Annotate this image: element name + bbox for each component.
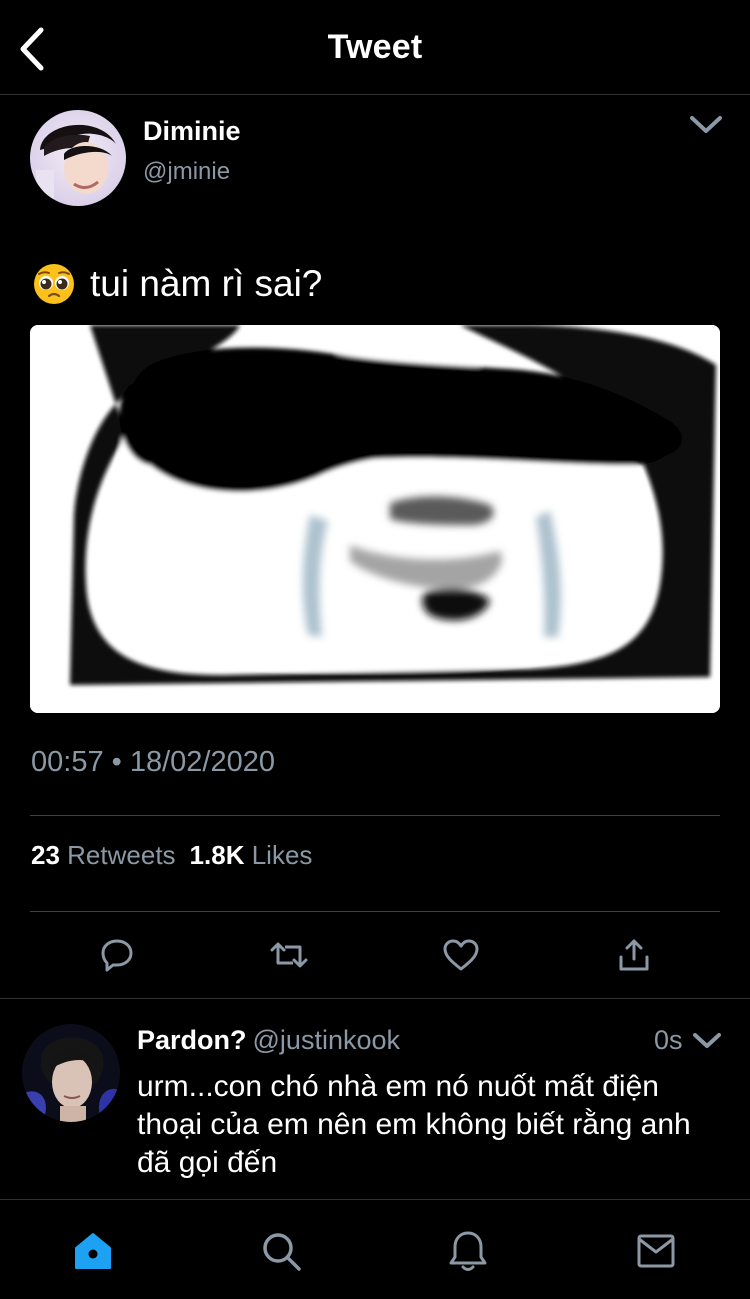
- likes-stat[interactable]: 1.8K Likes: [190, 840, 313, 870]
- chevron-down-icon: [693, 1033, 721, 1048]
- like-button[interactable]: [436, 930, 486, 980]
- likes-count: 1.8K: [189, 840, 245, 870]
- reply-header: Pardon? @justinkook: [137, 1025, 400, 1056]
- page-title: Tweet: [327, 28, 423, 66]
- author-handle[interactable]: @jminie: [143, 158, 230, 186]
- tweet-stats: 23 Retweets 1.8K Likes: [31, 840, 312, 871]
- chevron-down-icon: [690, 116, 722, 133]
- share-icon: [619, 939, 649, 971]
- tweet-detail-screen: Tweet Diminie @jminie tui nàm rì sai? 00…: [0, 0, 750, 1299]
- share-button[interactable]: [609, 930, 659, 980]
- pleading-face-emoji: [34, 264, 74, 304]
- tweet-timestamp: 00:57 • 18/02/2020: [31, 746, 275, 778]
- retweets-label: Retweets: [67, 840, 176, 870]
- notifications-icon: [449, 1231, 487, 1271]
- reply-author-handle[interactable]: @justinkook: [253, 1025, 400, 1055]
- tweet-actions: [0, 930, 750, 980]
- tweet-image[interactable]: [30, 325, 720, 713]
- tab-home[interactable]: [68, 1226, 118, 1276]
- top-bar: Tweet: [0, 0, 750, 95]
- like-icon: [443, 939, 479, 971]
- reply-author-name[interactable]: Pardon?: [137, 1025, 247, 1055]
- likes-label: Likes: [251, 840, 313, 870]
- retweet-button[interactable]: [264, 930, 314, 980]
- tweet-text-row: tui nàm rì sai?: [32, 262, 322, 306]
- reply-icon: [101, 939, 133, 972]
- reply-options-button[interactable]: [690, 1028, 724, 1054]
- reply-button[interactable]: [92, 930, 142, 980]
- tab-messages[interactable]: [631, 1226, 681, 1276]
- search-icon: [263, 1233, 301, 1271]
- divider: [0, 998, 750, 999]
- tweet-text: tui nàm rì sai?: [90, 263, 323, 304]
- tweet-options-button[interactable]: [686, 110, 726, 140]
- reply-author-avatar[interactable]: [22, 1024, 120, 1122]
- reply-text: urm...con chó nhà em nó nuốt mất điện th…: [137, 1070, 691, 1179]
- reply-time: 0s: [654, 1025, 683, 1055]
- divider: [30, 911, 720, 912]
- author-avatar[interactable]: [30, 110, 126, 206]
- bottom-tab-bar: [0, 1199, 750, 1299]
- divider: [30, 815, 720, 816]
- tab-notifications[interactable]: [443, 1226, 493, 1276]
- retweets-count: 23: [31, 840, 60, 870]
- home-icon: [75, 1233, 111, 1269]
- messages-icon: [637, 1234, 675, 1268]
- retweet-icon: [270, 942, 308, 968]
- retweets-stat[interactable]: 23 Retweets: [31, 840, 176, 870]
- author-name[interactable]: Diminie: [143, 116, 241, 147]
- tab-search[interactable]: [256, 1226, 306, 1276]
